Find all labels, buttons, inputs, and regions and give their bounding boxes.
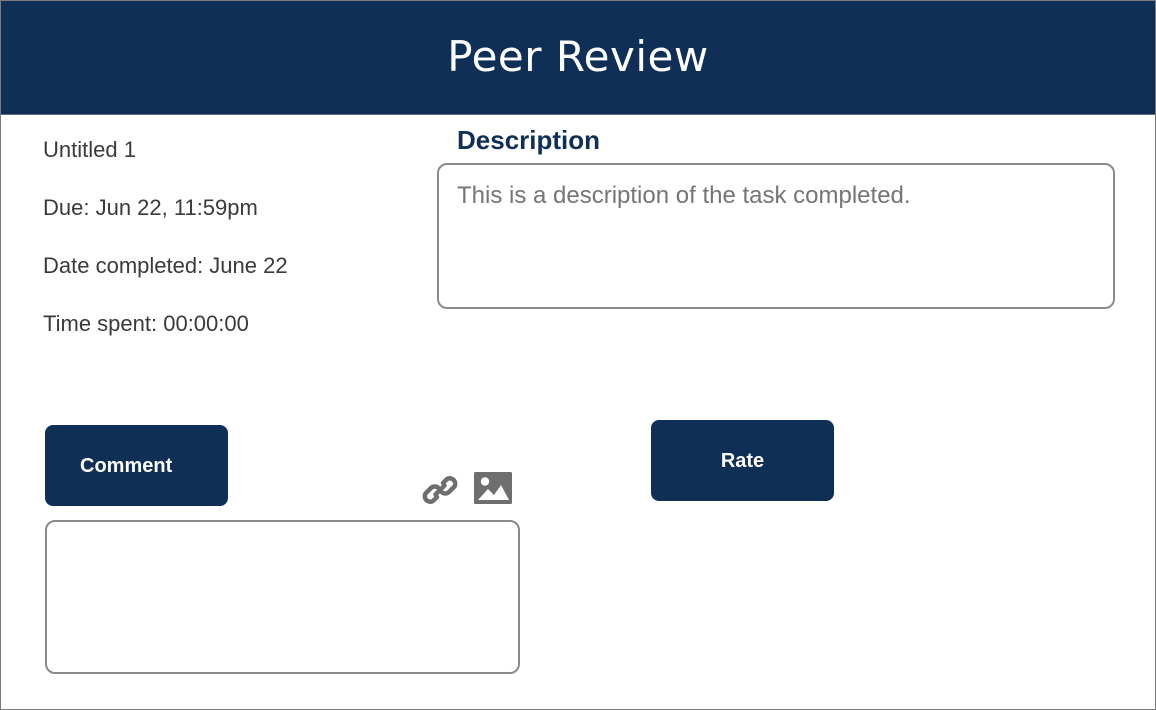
rate-button[interactable]: Rate: [651, 420, 834, 501]
peer-review-window: Peer Review Untitled 1 Due: Jun 22, 11:5…: [0, 0, 1156, 710]
header-bar: Peer Review: [1, 1, 1155, 115]
comment-field[interactable]: [45, 520, 520, 674]
date-completed: Date completed: June 22: [43, 253, 288, 278]
image-icon[interactable]: [473, 471, 513, 505]
description-heading: Description: [457, 125, 601, 155]
comment-button-label: Comment: [80, 454, 173, 477]
description-field[interactable]: [437, 163, 1115, 309]
due-date: Due: Jun 22, 11:59pm: [43, 195, 258, 220]
task-name: Untitled 1: [43, 137, 136, 162]
link-icon[interactable]: [420, 470, 460, 510]
page-title: Peer Review: [447, 32, 709, 81]
time-spent: Time spent: 00:00:00: [43, 311, 249, 336]
rate-button-label: Rate: [720, 449, 765, 472]
comment-button[interactable]: Comment: [45, 425, 228, 506]
